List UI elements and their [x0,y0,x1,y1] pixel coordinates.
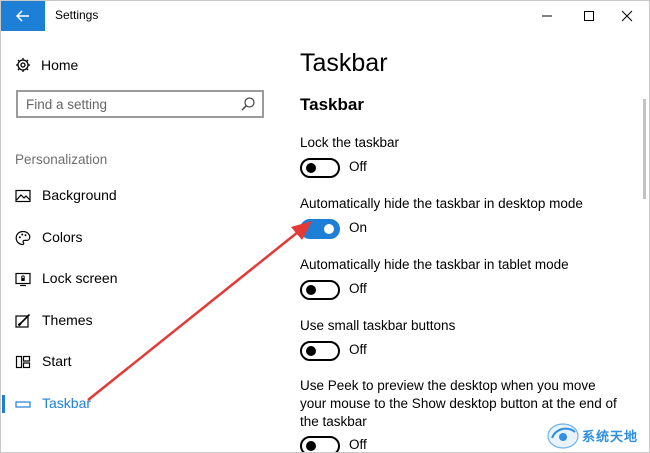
minimize-icon [542,15,552,17]
close-icon [621,10,633,22]
themes-icon [15,313,31,328]
gear-icon [16,58,30,72]
toggle-knob [324,224,334,234]
autohide-tablet-label: Automatically hide the taskbar in tablet… [300,257,569,272]
peek-toggle[interactable] [300,436,340,452]
active-indicator [2,395,5,413]
autohide-tablet-toggle[interactable] [300,280,340,300]
peek-setting: Off [300,436,420,452]
watermark-logo-icon [547,423,579,449]
maximize-icon [584,11,594,21]
toggle-knob [306,346,316,356]
small-buttons-toggle[interactable] [300,341,340,361]
sidebar-item-taskbar[interactable]: Taskbar [1,387,281,421]
picture-icon [15,189,31,203]
home-nav-item[interactable]: Home [15,55,78,75]
search-input[interactable] [18,92,236,116]
sidebar: Home Personalization Background Colors [1,31,281,452]
search-box[interactable] [16,90,264,118]
start-icon [15,355,31,369]
toggle-knob [306,163,316,173]
sidebar-item-background[interactable]: Background [1,179,281,213]
sidebar-item-colors[interactable]: Colors [1,221,281,255]
sidebar-item-label: Colors [42,229,83,245]
home-label: Home [41,57,79,73]
window-title: Settings [55,8,99,22]
watermark-text: 系统天地 [582,429,639,444]
toggle-knob [306,441,316,451]
main-content: Taskbar Taskbar Lock the taskbar Off Aut… [281,31,641,452]
back-arrow-icon [16,10,29,22]
section-title: Taskbar [300,95,364,114]
toggle-state-text: Off [349,342,367,357]
lock-taskbar-label: Lock the taskbar [300,135,400,150]
lock-taskbar-setting: Off [300,158,420,178]
toggle-state-text: On [349,220,368,235]
small-buttons-label: Use small taskbar buttons [300,318,456,333]
autohide-desktop-label: Automatically hide the taskbar in deskto… [300,196,583,211]
toggle-state-text: Off [349,159,367,174]
minimize-button[interactable] [527,1,567,31]
toggle-knob [306,285,316,295]
sidebar-item-themes[interactable]: Themes [1,304,281,338]
autohide-desktop-setting: On [300,219,420,239]
settings-window: Settings Home Personalizati [0,0,650,453]
sidebar-item-label: Taskbar [42,395,92,411]
taskbar-icon [15,401,31,408]
section-heading: Personalization [15,152,108,167]
sidebar-item-start[interactable]: Start [1,345,281,379]
lock-taskbar-toggle[interactable] [300,158,340,178]
sidebar-item-label: Background [42,187,117,203]
close-button[interactable] [607,1,647,31]
sidebar-item-label: Start [42,353,72,369]
title-bar: Settings [1,1,649,31]
scrollbar-thumb[interactable] [643,99,646,199]
autohide-desktop-toggle[interactable] [300,219,340,239]
small-buttons-setting: Off [300,341,420,361]
sidebar-item-label: Lock screen [42,270,118,286]
palette-icon [15,230,31,246]
toggle-state-text: Off [349,437,367,452]
page-title: Taskbar [300,49,388,77]
toggle-state-text: Off [349,281,367,296]
maximize-button[interactable] [569,1,609,31]
search-icon[interactable] [240,96,256,112]
back-button[interactable] [1,1,45,31]
lock-screen-icon [15,272,31,287]
sidebar-item-label: Themes [42,312,93,328]
sidebar-item-lock-screen[interactable]: Lock screen [1,262,281,296]
autohide-tablet-setting: Off [300,280,420,300]
watermark: 系统天地 [544,418,648,451]
